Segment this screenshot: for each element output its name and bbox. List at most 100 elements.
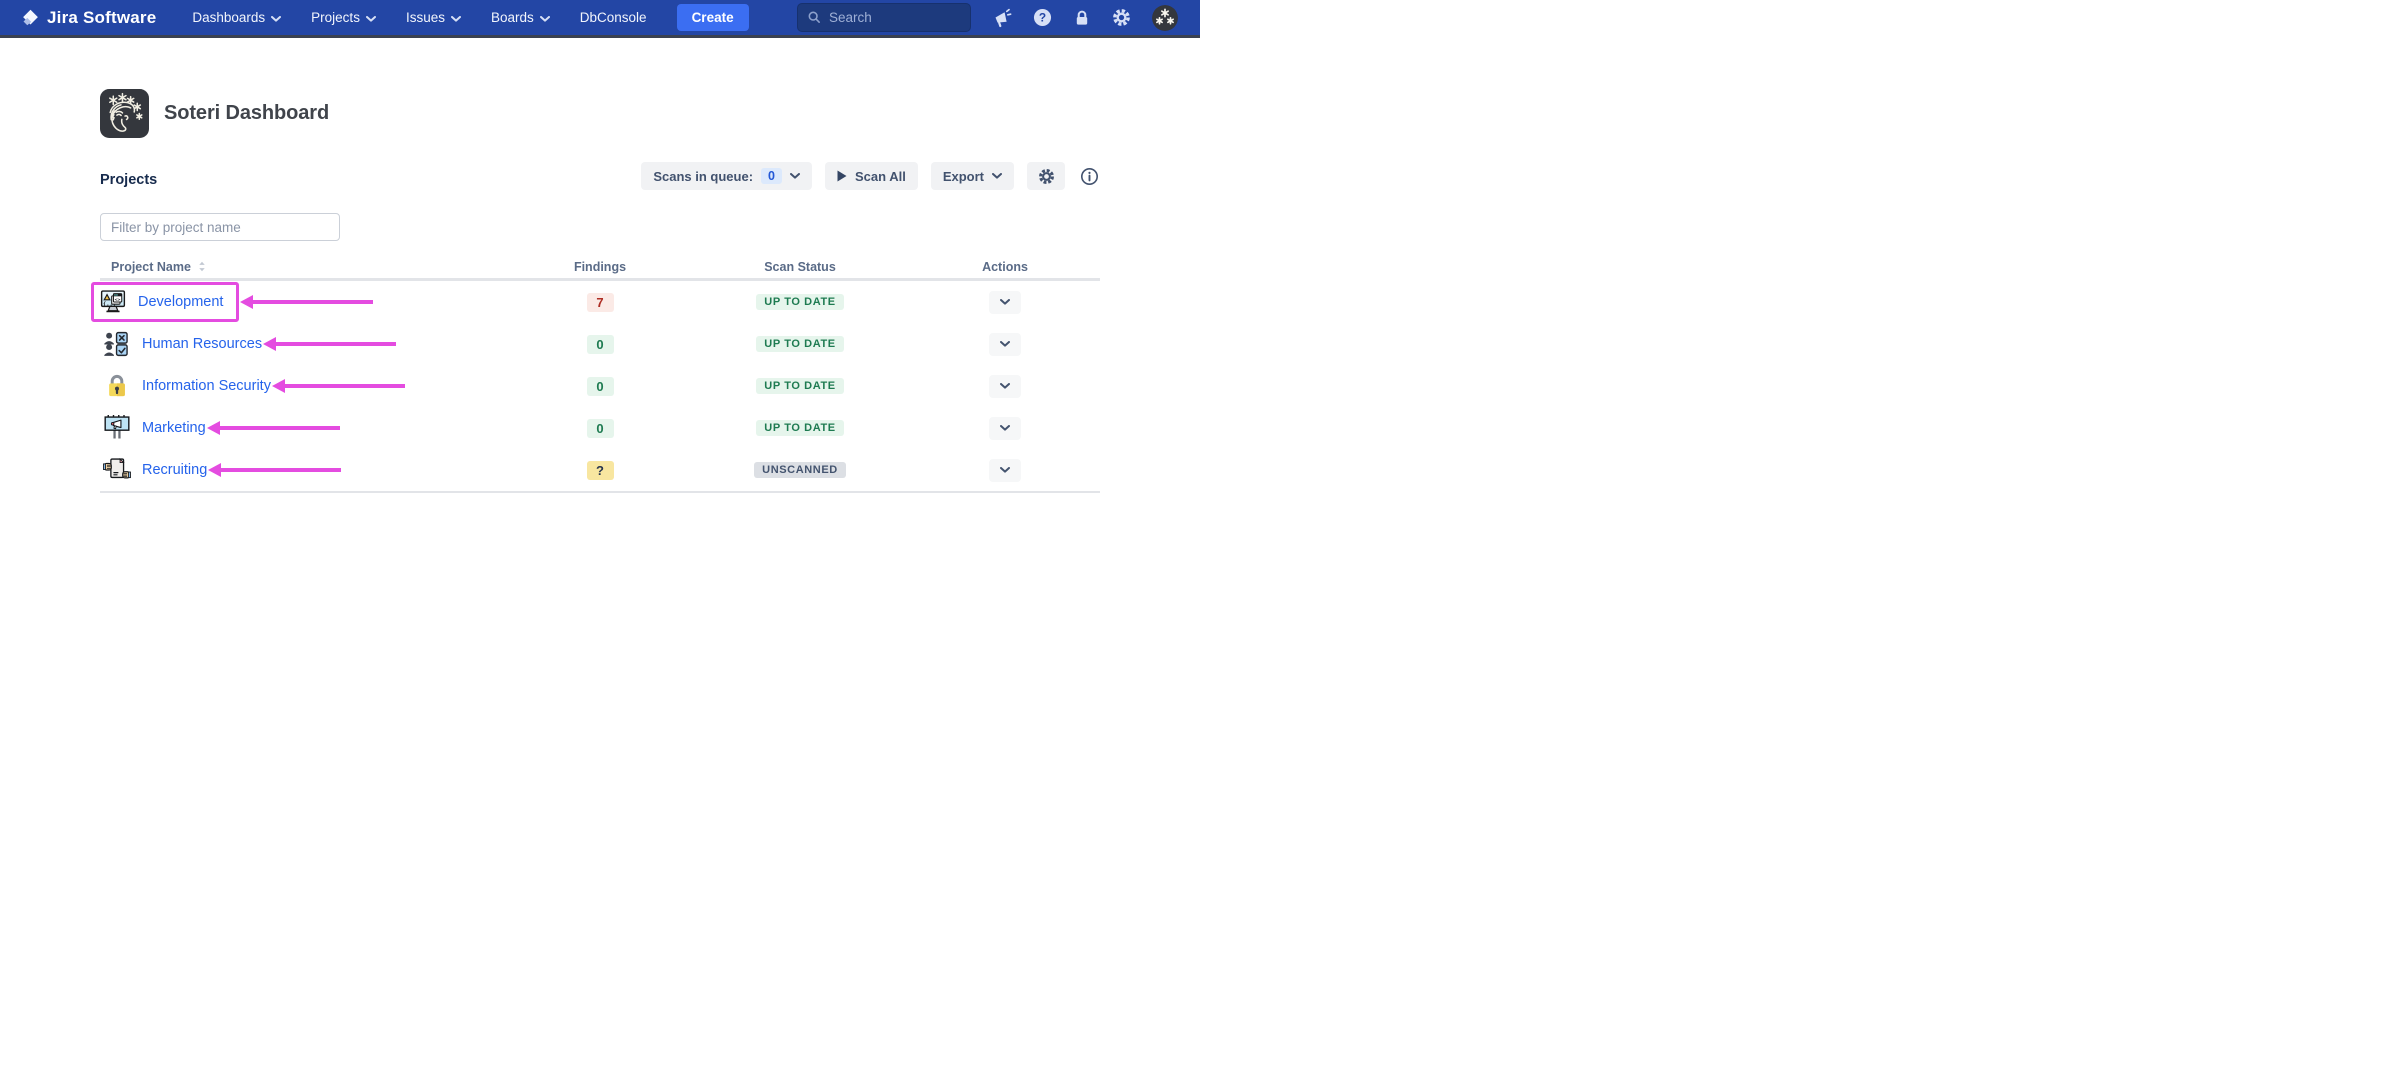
table-row: Marketing 0 UP TO DATE <box>100 407 1100 449</box>
arrow-head <box>208 463 221 477</box>
row-actions-button[interactable] <box>989 375 1021 398</box>
projects-table: Project Name Findings Scan Status Action… <box>100 255 1100 493</box>
arrow-shaft <box>220 426 340 430</box>
chevron-down-icon <box>271 16 281 22</box>
gear-icon <box>1038 168 1055 185</box>
page-header: Soteri Dashboard <box>100 89 1100 138</box>
column-header-scan-status: Scan Status <box>690 260 910 274</box>
gear-icon[interactable] <box>1112 8 1131 27</box>
development-icon <box>99 288 127 316</box>
sort-icon <box>198 261 206 272</box>
nav-search-box[interactable] <box>797 3 971 32</box>
project-link[interactable]: Development <box>138 294 223 310</box>
project-name-cell: Recruiting <box>100 456 207 484</box>
settings-gear-button[interactable] <box>1027 162 1065 190</box>
nav-item-dashboards[interactable]: Dashboards <box>192 10 281 25</box>
annotation-arrow <box>272 379 405 393</box>
project-name-cell: Human Resources <box>100 330 262 358</box>
nav-item-projects[interactable]: Projects <box>311 10 376 25</box>
top-navbar: Jira Software Dashboards Projects Issues… <box>0 0 1200 38</box>
nav-item-issues[interactable]: Issues <box>406 10 461 25</box>
search-icon <box>807 10 822 25</box>
project-name-cell: Information Security <box>100 372 271 400</box>
scan-status-badge: UNSCANNED <box>754 462 846 478</box>
create-button[interactable]: Create <box>677 4 749 31</box>
chevron-down-icon <box>790 173 800 179</box>
table-row: Development 7 UP TO DATE <box>100 281 1100 323</box>
marketing-icon <box>103 414 131 442</box>
soteri-logo-icon <box>100 89 149 138</box>
infosec-icon <box>103 372 131 400</box>
announcement-icon[interactable] <box>992 8 1012 28</box>
arrow-shaft <box>285 384 405 388</box>
jira-brand[interactable]: Jira Software <box>22 8 156 28</box>
project-link[interactable]: Information Security <box>142 378 271 394</box>
brand-text: Jira Software <box>47 8 156 28</box>
scan-status-badge: UP TO DATE <box>756 294 843 310</box>
project-link[interactable]: Recruiting <box>142 462 207 478</box>
scan-status-badge: UP TO DATE <box>756 378 843 394</box>
page: Jira Software Dashboards Projects Issues… <box>0 0 1200 493</box>
chevron-down-icon <box>540 16 550 22</box>
project-link[interactable]: Marketing <box>142 420 206 436</box>
info-icon[interactable] <box>1078 162 1100 190</box>
annotation-arrow <box>263 337 396 351</box>
arrow-head <box>207 421 220 435</box>
nav-menu: Dashboards Projects Issues Boards DbCons… <box>192 10 646 25</box>
lock-icon[interactable] <box>1073 9 1091 27</box>
project-name-cell: Marketing <box>100 414 206 442</box>
findings-badge: 0 <box>587 335 614 354</box>
findings-badge: 7 <box>587 293 614 312</box>
help-icon[interactable] <box>1033 8 1052 27</box>
chevron-down-icon <box>1000 383 1010 389</box>
chevron-down-icon <box>1000 341 1010 347</box>
table-row: Recruiting ? UNSCANNED <box>100 449 1100 491</box>
avatar[interactable] <box>1152 5 1178 31</box>
project-name-cell: Development <box>91 282 239 322</box>
chevron-down-icon <box>451 16 461 22</box>
annotation-arrow <box>240 295 373 309</box>
column-header-findings: Findings <box>510 260 690 274</box>
chevron-down-icon <box>366 16 376 22</box>
table-body: Development 7 UP TO DATE Human Resources <box>100 281 1100 493</box>
table-row: Human Resources 0 UP TO DATE <box>100 323 1100 365</box>
arrow-shaft <box>221 468 341 472</box>
chevron-down-icon <box>1000 299 1010 305</box>
findings-badge: ? <box>587 461 614 480</box>
annotation-arrow <box>207 421 340 435</box>
scan-status-badge: UP TO DATE <box>756 336 843 352</box>
column-header-project-name[interactable]: Project Name <box>100 260 510 274</box>
row-actions-button[interactable] <box>989 417 1021 440</box>
nav-item-boards[interactable]: Boards <box>491 10 550 25</box>
row-actions-button[interactable] <box>989 333 1021 356</box>
queue-count-badge: 0 <box>761 168 782 184</box>
table-row: Information Security 0 UP TO DATE <box>100 365 1100 407</box>
projects-heading: Projects <box>100 172 157 190</box>
nav-right-group <box>797 3 1178 32</box>
page-title: Soteri Dashboard <box>164 102 329 125</box>
recruiting-icon <box>103 456 131 484</box>
project-filter-input[interactable] <box>100 213 340 241</box>
annotation-arrow <box>208 463 341 477</box>
findings-badge: 0 <box>587 377 614 396</box>
findings-badge: 0 <box>587 419 614 438</box>
table-header-row: Project Name Findings Scan Status Action… <box>100 255 1100 281</box>
scans-in-queue-button[interactable]: Scans in queue: 0 <box>641 162 812 190</box>
export-button[interactable]: Export <box>931 162 1014 190</box>
chevron-down-icon <box>992 173 1002 179</box>
nav-item-dbconsole[interactable]: DbConsole <box>580 10 647 25</box>
scan-all-button[interactable]: Scan All <box>825 162 918 190</box>
arrow-head <box>263 337 276 351</box>
project-link[interactable]: Human Resources <box>142 336 262 352</box>
jira-logo-icon <box>22 9 39 26</box>
arrow-shaft <box>253 300 373 304</box>
hr-icon <box>103 330 131 358</box>
row-actions-button[interactable] <box>989 291 1021 314</box>
arrow-head <box>272 379 285 393</box>
search-input[interactable] <box>829 10 949 25</box>
toolbar: Scans in queue: 0 Scan All Export <box>641 162 1100 190</box>
chevron-down-icon <box>1000 425 1010 431</box>
arrow-shaft <box>276 342 396 346</box>
chevron-down-icon <box>1000 467 1010 473</box>
row-actions-button[interactable] <box>989 459 1021 482</box>
